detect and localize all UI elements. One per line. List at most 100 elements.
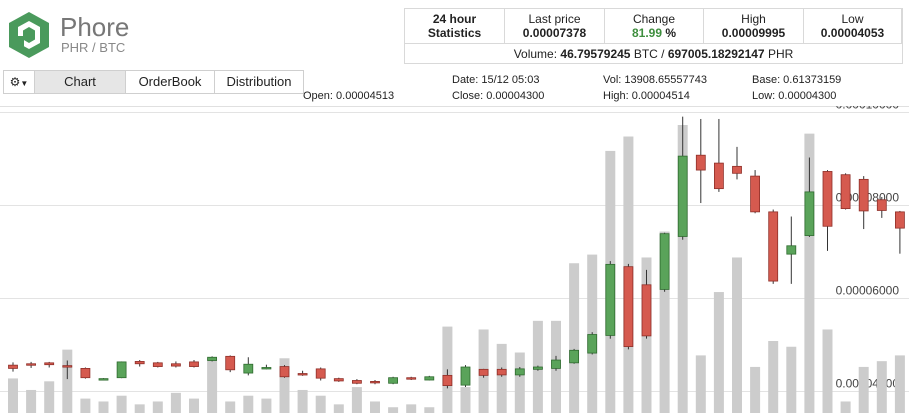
candlestick-chart[interactable]: 0.000040000.000060000.000080000.00010000 bbox=[0, 106, 909, 413]
volume-bar bbox=[695, 355, 706, 413]
candle-body bbox=[261, 367, 272, 370]
volume-bar bbox=[569, 263, 580, 413]
candle-info-col2: Vol: 13908.65557743 High: 0.00004514 bbox=[603, 72, 707, 104]
coin-name: Phore bbox=[60, 12, 130, 42]
candle-body bbox=[315, 368, 326, 379]
candle-body bbox=[80, 368, 91, 379]
volume-bar bbox=[388, 407, 399, 413]
volume-bar bbox=[62, 349, 73, 413]
volume-bar bbox=[333, 404, 344, 413]
candle-body bbox=[623, 266, 634, 347]
candle-body bbox=[44, 362, 55, 366]
candle-body bbox=[895, 211, 905, 229]
volume-bar bbox=[243, 395, 254, 413]
candle-body bbox=[496, 368, 507, 376]
volume-bar bbox=[858, 366, 869, 413]
candle-body bbox=[750, 175, 760, 213]
candle-body bbox=[62, 365, 73, 368]
volume-bar bbox=[152, 401, 163, 413]
candle-body bbox=[243, 363, 254, 374]
volume-bar bbox=[732, 257, 742, 413]
candle-base: Base: 0.61373159 bbox=[752, 74, 842, 86]
candle-body bbox=[478, 368, 489, 376]
volume-bar bbox=[768, 341, 779, 413]
volume-bar bbox=[134, 404, 145, 413]
caret-down-icon: ▼ bbox=[20, 79, 29, 88]
volume-bar bbox=[351, 387, 362, 413]
volume-bar bbox=[750, 366, 761, 413]
volume-bar bbox=[424, 407, 435, 413]
volume-bar bbox=[460, 387, 471, 413]
y-tick-label: 0.00006000 bbox=[836, 284, 900, 298]
stats-period: 24 hour Statistics bbox=[405, 9, 505, 43]
candle-body bbox=[822, 171, 833, 227]
candle-body bbox=[876, 199, 887, 211]
last-price-cell: Last price 0.00007378 bbox=[505, 9, 605, 43]
gear-icon: ⚙ bbox=[9, 75, 21, 89]
candle-vol: Vol: 13908.65557743 bbox=[603, 74, 707, 86]
stats-panel: 24 hour Statistics Last price 0.00007378… bbox=[404, 8, 903, 64]
candle-date: Date: 15/12 05:03 bbox=[452, 74, 540, 86]
candle-body bbox=[152, 362, 163, 367]
candle-body bbox=[858, 178, 869, 212]
candle-body bbox=[370, 381, 380, 384]
candle-low: Low: 0.00004300 bbox=[752, 90, 837, 102]
volume-bar bbox=[8, 378, 18, 413]
volume-bar bbox=[713, 292, 724, 413]
tab-chart[interactable]: Chart bbox=[34, 70, 126, 94]
candle-info-col1: Date: 15/12 05:03 Close: 0.00004300 bbox=[452, 72, 544, 104]
volume-bar bbox=[370, 401, 380, 413]
candle-body bbox=[442, 374, 453, 386]
volume-bar bbox=[894, 355, 905, 413]
volume-bar bbox=[315, 395, 326, 413]
candle-body bbox=[732, 165, 742, 174]
volume-bar bbox=[840, 401, 851, 413]
candle-open: Open: 0.00004513 bbox=[303, 90, 395, 102]
candle-high: High: 0.00004514 bbox=[603, 90, 690, 102]
candle-body bbox=[605, 263, 616, 336]
candle-info-col3: Base: 0.61373159 Low: 0.00004300 bbox=[752, 72, 841, 104]
volume-bar bbox=[207, 358, 218, 413]
candle-body bbox=[8, 364, 18, 369]
candle-body bbox=[677, 155, 688, 237]
candle-body bbox=[714, 162, 724, 190]
candle-body bbox=[98, 378, 109, 381]
candle-body bbox=[804, 191, 815, 236]
candle-body bbox=[514, 368, 525, 376]
chart-toolbar: ⚙▼ Chart OrderBook Distribution bbox=[3, 70, 304, 94]
settings-dropdown-button[interactable]: ⚙▼ bbox=[3, 70, 35, 94]
y-tick-label: 0.00010000 bbox=[836, 106, 900, 112]
candle-body bbox=[170, 363, 181, 367]
candle-body bbox=[225, 355, 236, 371]
volume-bar bbox=[297, 389, 308, 413]
volume-bar bbox=[225, 401, 236, 413]
candle-body bbox=[569, 349, 579, 364]
tab-distribution[interactable]: Distribution bbox=[214, 70, 304, 94]
volume-bar bbox=[876, 361, 887, 413]
tab-orderbook[interactable]: OrderBook bbox=[125, 70, 215, 94]
candle-body bbox=[641, 284, 652, 337]
volume-bar bbox=[261, 398, 272, 413]
volume-bar bbox=[786, 346, 797, 413]
candle-body bbox=[297, 373, 308, 376]
candle-body bbox=[695, 154, 706, 171]
change-cell: Change 81.99 % bbox=[605, 9, 704, 43]
candle-body bbox=[587, 334, 598, 354]
candle-body bbox=[333, 378, 344, 382]
trading-pair: PHR / BTC bbox=[61, 40, 126, 55]
candle-body bbox=[116, 361, 127, 379]
volume-bar bbox=[406, 404, 417, 413]
volume-line: Volume: 46.79579245 BTC / 697005.1829214… bbox=[405, 43, 902, 64]
volume-bar bbox=[496, 343, 507, 413]
candle-body bbox=[351, 380, 362, 384]
phore-logo-icon bbox=[9, 12, 49, 58]
volume-bar bbox=[170, 392, 181, 413]
volume-bar bbox=[44, 381, 55, 413]
candle-body bbox=[207, 356, 218, 361]
candle-body bbox=[786, 245, 797, 255]
candle-body bbox=[279, 366, 290, 378]
candle-body bbox=[26, 363, 37, 366]
candle-close: Close: 0.00004300 bbox=[452, 90, 545, 102]
candle-body bbox=[189, 361, 199, 367]
volume-bar bbox=[189, 398, 199, 413]
